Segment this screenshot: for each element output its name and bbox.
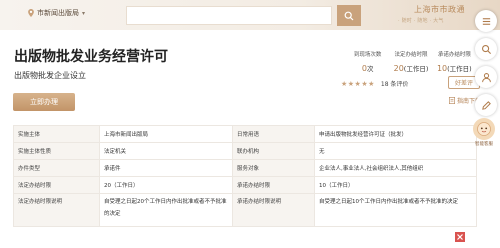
table-value: 10（工作日）: [314, 176, 477, 194]
stat-value: 10: [436, 64, 448, 73]
stat-legal-time: 法定办结时限 20(工作日): [389, 50, 432, 73]
table-key: 联办机构: [232, 142, 315, 160]
edit-button[interactable]: [475, 94, 497, 116]
apply-now-button[interactable]: 立即办理: [13, 93, 75, 111]
search-input[interactable]: [126, 6, 332, 25]
stat-unit: (工作日): [403, 65, 429, 73]
table-key: 日常用语: [232, 125, 315, 143]
search-icon: [344, 11, 354, 20]
table-key: 承诺办结时限: [232, 176, 315, 194]
table-key: 办件类型: [13, 159, 100, 177]
table-key: 服务对象: [232, 159, 315, 177]
top-bar: 市新闻出版局 ▾ 上海市市政通 · 随时 · 随地 · 大气: [0, 0, 500, 30]
table-row: 办件类型 承诺件 服务对象 企业法人,事业法人,社会组织法人,其他组织: [13, 159, 477, 177]
page-title: 出版物批发业务经营许可: [14, 49, 168, 65]
location-pin-icon: [28, 9, 34, 17]
stat-unit: 次: [366, 65, 374, 73]
rating: ★★★★★ 18 条评价: [341, 79, 409, 89]
table-key: 实施主体: [13, 125, 100, 143]
stats-panel: 到现场次数 0次 法定办结时限 20(工作日) 承诺办结时限 10(工作日): [346, 50, 476, 73]
menu-icon: [482, 17, 490, 25]
service-details-table: 实施主体 上海市新闻出版局 日常用语 申请出版物批发经营许可证（批发） 实施主体…: [13, 125, 477, 227]
table-value: 自受理之日起20个工作日内作出批准或者不予批准的决定: [99, 193, 233, 227]
stat-visits: 到现场次数 0次: [346, 50, 389, 73]
brand-name: 上海市市政通: [414, 5, 465, 14]
table-row: 法定办结时限 20（工作日） 承诺办结时限 10（工作日）: [13, 176, 477, 194]
user-button[interactable]: [475, 66, 497, 88]
table-value: 法定机关: [99, 142, 233, 160]
table-row: 法定办结时限说明 自受理之日起20个工作日内作出批准或者不予批准的决定 承诺办结…: [13, 193, 477, 227]
close-icon[interactable]: [455, 232, 465, 242]
star-rating-icon: ★★★★★: [341, 79, 375, 88]
rating-count: 18 条评价: [380, 81, 409, 88]
assistant-avatar: [473, 118, 495, 140]
table-key: 法定办结时限说明: [13, 193, 100, 227]
table-value: 企业法人,事业法人,社会组织法人,其他组织: [314, 159, 477, 177]
table-row: 实施主体 上海市新闻出版局 日常用语 申请出版物批发经营许可证（批发）: [13, 125, 477, 143]
user-icon: [481, 72, 491, 82]
location-selector[interactable]: 市新闻出版局 ▾: [28, 8, 85, 18]
stat-label: 到现场次数: [353, 52, 382, 58]
table-value: 无: [314, 142, 477, 160]
table-value: 申请出版物批发经营许可证（批发）: [314, 125, 477, 143]
download-icon: [449, 97, 455, 104]
search-float-button[interactable]: [475, 38, 497, 60]
smart-assistant-button[interactable]: 智能客服: [468, 118, 500, 147]
table-key: 承诺办结时限说明: [232, 193, 315, 227]
stat-value: 20: [393, 64, 404, 73]
search-button[interactable]: [337, 5, 361, 26]
stat-label: 法定办结时限: [394, 52, 428, 58]
page-subtitle: 出版物批发企业设立: [14, 71, 86, 80]
brand-tagline: · 随时 · 随地 · 大气: [398, 18, 444, 24]
edit-icon: [481, 100, 491, 110]
table-value: 20（工作日）: [99, 176, 233, 194]
chevron-down-icon: ▾: [82, 9, 86, 17]
location-label: 市新闻出版局: [37, 9, 79, 17]
table-value: 上海市新闻出版局: [99, 125, 233, 143]
table-key: 法定办结时限: [13, 176, 100, 194]
table-key: 实施主体性质: [13, 142, 100, 160]
table-value: 承诺件: [99, 159, 233, 177]
table-row: 实施主体性质 法定机关 联办机构 无: [13, 142, 477, 160]
menu-button[interactable]: [475, 10, 497, 32]
assistant-label: 智能客服: [475, 142, 493, 147]
search-icon: [481, 44, 491, 54]
table-value: 自受理之日起10个工作日内作出批准或者不予批准的决定: [314, 193, 477, 227]
assistant-face-icon: [477, 122, 491, 136]
